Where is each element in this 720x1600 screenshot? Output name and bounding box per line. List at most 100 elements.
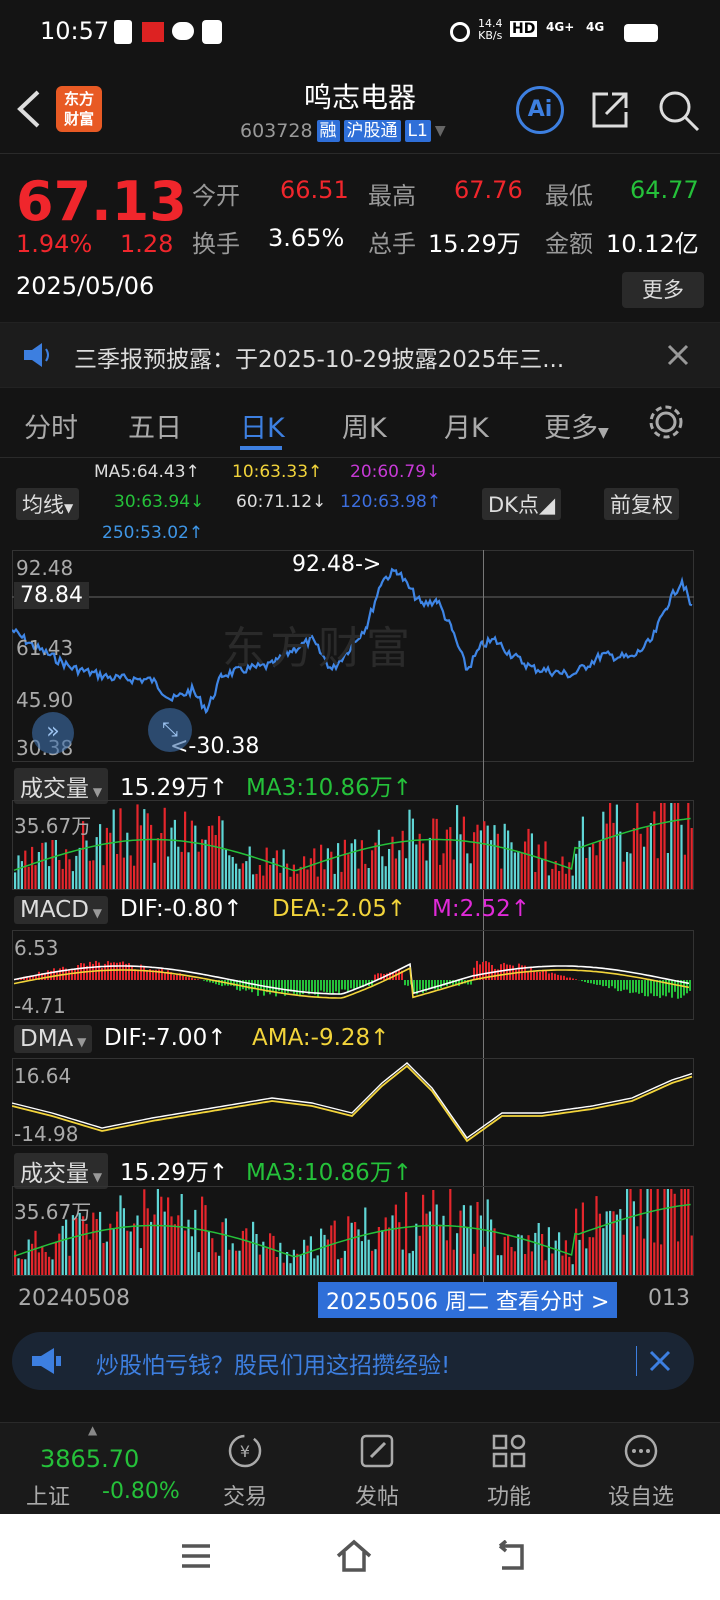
volume2-ma3-label: MA3:10.86万↑ [246,1160,413,1186]
macd-chart[interactable] [12,930,694,1020]
adjust-selector[interactable]: 前复权 [604,488,679,520]
dma-axis-max: 16.64 [14,1064,72,1088]
share-icon[interactable] [588,88,632,132]
volume-bar [75,855,78,889]
more-quote-button[interactable]: 更多 [622,272,704,308]
volume-bar [408,809,411,889]
dma-indicator-selector[interactable]: DMA ▼ [14,1025,93,1053]
macd-indicator-selector[interactable]: MACD ▼ [14,896,108,924]
dk-point-toggle[interactable]: DK点◢ [482,488,562,520]
dropdown-caret-icon[interactable]: ▼ [435,123,446,139]
volume2-chart[interactable] [12,1186,694,1276]
volume-bar [442,1215,445,1275]
system-nav-bar [0,1514,720,1600]
volume-bar [340,1257,343,1275]
nav-watchlist[interactable]: 设自选 [596,1423,686,1515]
volume-bar [170,827,173,889]
ad-close-icon[interactable] [648,1349,672,1373]
grid-icon [492,1434,526,1468]
volume-bar [486,825,489,889]
volume-bar [537,844,540,889]
macd-bar [188,977,190,980]
volume-bar [116,1211,119,1275]
volume-bar [490,840,493,889]
view-intraday-button[interactable]: 20250506 周二 查看分时 > [318,1282,618,1318]
last-price: 67.13 [16,170,187,233]
volume-bar [177,846,180,889]
volume-bar [218,816,221,889]
volume-bar [133,865,136,889]
macd-bar [47,970,49,980]
settings-gear-icon[interactable] [648,404,684,440]
menu-icon[interactable] [180,1542,212,1570]
volume-bar [479,1215,482,1275]
volume-bar [343,1250,346,1275]
volume-bar [683,854,686,889]
stock-code: 603728 [240,120,313,142]
ma-selector[interactable]: 均线▼ [16,488,80,520]
volume-bar [320,1228,323,1275]
volume-bar [398,1222,401,1275]
tab-monthly-k[interactable]: 月K [444,406,489,445]
macd-axis-max: 6.53 [14,936,59,960]
macd-bar [338,980,340,995]
volume-bar [622,1234,625,1275]
speaker-icon [24,343,49,367]
macd-bar [572,978,574,980]
search-icon[interactable] [656,88,702,134]
volume-bar [160,1196,163,1275]
open-label: 今开 [192,182,240,210]
tab-intraday[interactable]: 分时 [24,406,78,445]
volume-chart[interactable] [12,800,694,890]
volume-bar [197,851,200,889]
notice-text: 三季报预披露：于2025-10-29披露2025年三... [74,347,565,373]
tab-daily-k[interactable]: 日K [240,406,285,445]
ad-banner[interactable]: 炒股怕亏钱？股民们用这招攒经验! [12,1332,694,1390]
macd-bar [59,968,61,980]
volume-bar [388,849,391,889]
volume-bar [224,849,227,889]
volume-bar [88,860,91,889]
volume-bar [252,1221,255,1275]
close-icon[interactable] [666,343,690,367]
nav-trade[interactable]: ¥ 交易 [200,1423,290,1515]
volume-bar [95,1219,98,1275]
home-icon[interactable] [334,1538,374,1574]
tab-more[interactable]: 更多▼ [544,406,609,445]
volume-bar [636,803,639,889]
volume-bar [88,1239,91,1275]
macd-bar [644,980,646,997]
macd-bar [194,978,196,980]
hd-icon: HD [510,21,538,37]
volume-bar [85,1223,88,1275]
nav-function[interactable]: 功能 [464,1423,554,1515]
volume2-indicator-selector[interactable]: 成交量 ▼ [14,1153,109,1189]
tab-five-day[interactable]: 五日 [128,406,182,445]
notice-bar[interactable]: 三季报预披露：于2025-10-29披露2025年三... [0,322,720,388]
index-ticker[interactable]: ▲ 3865.70 上证 -0.80% [26,1423,180,1511]
volume-bar [316,1255,319,1275]
volume-bar [384,866,387,889]
volume-bar [269,865,272,889]
volume-bar [486,1199,489,1275]
tab-weekly-k[interactable]: 周K [342,406,387,445]
volume-bar [197,1252,200,1275]
volume-bar [513,852,516,889]
nav-post[interactable]: 发帖 [332,1423,422,1515]
expand-left-icon[interactable]: » [32,712,74,754]
volume-bar [452,1249,455,1275]
volume-bar [456,1233,459,1275]
volume-bar [337,1259,340,1275]
macd-bar [551,972,553,980]
volume-indicator-selector[interactable]: 成交量 ▼ [14,768,109,804]
macd-bar [638,980,640,994]
volume-bar [34,1230,37,1275]
ai-button[interactable]: Ai [516,86,564,134]
back-nav-icon[interactable] [494,1540,528,1572]
signal-4gplus-icon: 4G+ [546,20,575,34]
volume-bar [432,1190,435,1275]
app-notification-icon [142,22,164,42]
volume-bar [619,1209,622,1275]
dma-chart[interactable] [12,1058,694,1146]
zoom-icon[interactable]: ⤡ [148,708,192,752]
